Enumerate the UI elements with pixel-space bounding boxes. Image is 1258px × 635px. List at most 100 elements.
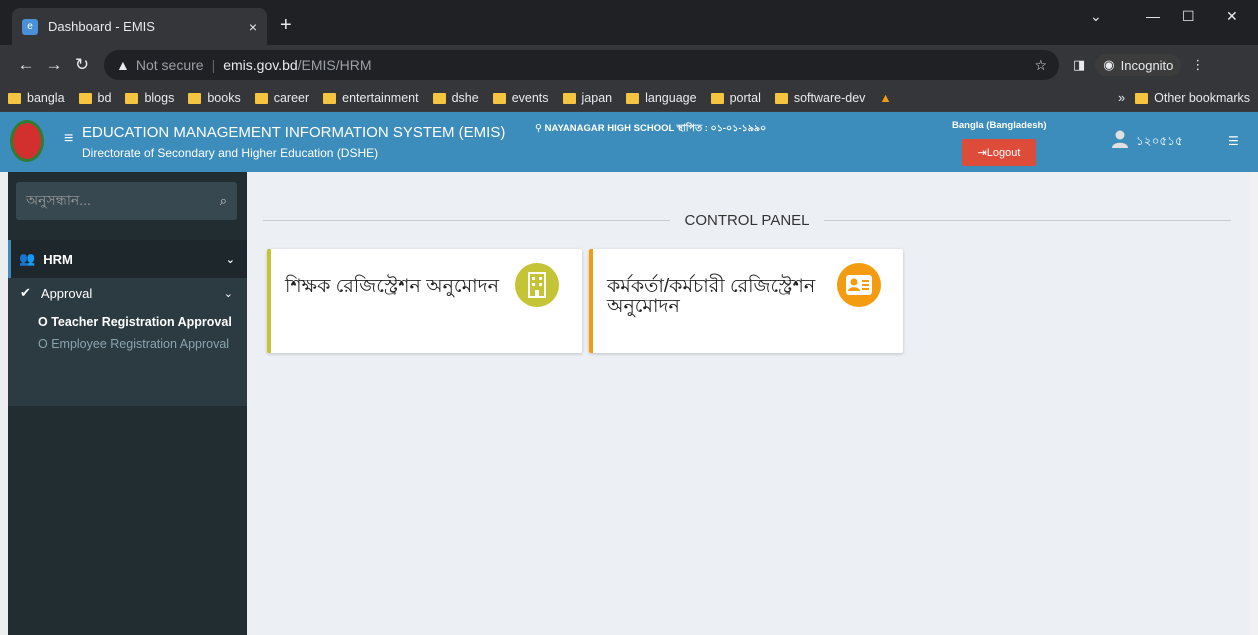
bookmark-bd[interactable]: bd — [78, 91, 111, 105]
side-panel-icon[interactable]: ◨ — [1073, 57, 1085, 73]
panel-title: CONTROL PANEL — [263, 210, 1231, 230]
folder-icon — [432, 92, 446, 104]
language-label[interactable]: Bangla (Bangladesh) — [952, 120, 1047, 131]
chevron-down-icon: ⌄ — [223, 287, 233, 300]
bookmark-career[interactable]: career — [254, 91, 309, 105]
circle-icon: O — [38, 315, 52, 329]
sidebar-item-approval[interactable]: ✔ Approval ⌄ — [8, 278, 247, 308]
page-scrollbar[interactable] — [1250, 172, 1258, 635]
bookmark-books[interactable]: books — [188, 91, 241, 105]
browser-tab-strip: e Dashboard - EMIS × + ⌄ — ☐ ✕ — [0, 0, 1258, 45]
bookmark-software-dev[interactable]: software-dev — [774, 91, 865, 105]
bookmark-dshe[interactable]: dshe — [432, 91, 479, 105]
search-icon[interactable]: ⌕ — [220, 193, 227, 209]
logout-button[interactable]: ⇥ Logout — [962, 139, 1036, 166]
system-title: EDUCATION MANAGEMENT INFORMATION SYSTEM … — [82, 124, 506, 141]
location-pin-icon: ⚲ — [535, 123, 545, 134]
building-icon — [515, 263, 559, 307]
users-icon: 👥 — [19, 251, 36, 266]
sidebar-submenu: ✔ Approval ⌄ O Teacher Registration Appr… — [8, 278, 247, 406]
folder-icon — [188, 92, 202, 104]
bookmarks-bar: bangla bd blogs books career entertainme… — [0, 85, 1258, 112]
url-separator: | — [211, 57, 216, 73]
bookmark-portal[interactable]: portal — [710, 91, 761, 105]
folder-icon — [78, 92, 92, 104]
toolbar-right: ◨ ◉ Incognito ⋮ — [1073, 54, 1204, 76]
web-page: ≡ EDUCATION MANAGEMENT INFORMATION SYSTE… — [0, 112, 1258, 635]
browser-toolbar: ← → ↻ ▲ Not secure | emis.gov.bd /EMIS/H… — [0, 45, 1258, 85]
check-circle-icon: ✔ — [20, 285, 31, 300]
close-window-icon[interactable]: ✕ — [1226, 8, 1238, 25]
folder-icon — [125, 92, 139, 104]
folder-icon — [323, 92, 337, 104]
divider — [263, 219, 671, 221]
user-id[interactable]: ১২০৫১৫ — [1136, 133, 1183, 153]
browser-tab[interactable]: e Dashboard - EMIS × — [12, 8, 267, 45]
chevron-down-icon: ⌄ — [225, 253, 235, 266]
tab-close-icon[interactable]: × — [249, 19, 257, 35]
back-icon[interactable]: ← — [12, 55, 40, 75]
bookmark-events[interactable]: events — [492, 91, 549, 105]
favicon-icon: e — [22, 18, 38, 35]
bookmarks-overflow-button[interactable]: » — [1118, 91, 1125, 105]
other-bookmarks[interactable]: Other bookmarks — [1135, 91, 1250, 105]
sidebar-search[interactable]: অনুসন্ধান... ⌕ — [16, 182, 237, 220]
bookmark-entertainment[interactable]: entertainment — [323, 91, 419, 105]
panel-title-text: CONTROL PANEL — [684, 211, 810, 229]
folder-icon — [492, 92, 506, 104]
incognito-icon: ◉ — [1103, 57, 1115, 72]
bookmark-language[interactable]: language — [626, 91, 697, 105]
folder-icon — [1135, 92, 1149, 104]
folder-icon — [774, 92, 788, 104]
id-card-icon — [837, 263, 881, 307]
signout-icon: ⇥ — [977, 147, 987, 159]
security-label: Not secure — [135, 57, 204, 73]
card-label: কর্মকর্তা/কর্মচারী রেজিস্ট্রেশন অনুমোদন — [607, 276, 816, 317]
employee-approval-card[interactable]: কর্মকর্তা/কর্মচারী রেজিস্ট্রেশন অনুমোদন — [589, 249, 903, 353]
sidebar-item-hrm[interactable]: 👥 HRM ⌄ — [8, 240, 247, 278]
sidebar-item-teacher-approval[interactable]: O Teacher Registration Approval — [8, 314, 247, 330]
search-input[interactable]: অনুসন্ধান... — [26, 189, 91, 213]
bookmark-japan[interactable]: japan — [562, 91, 612, 105]
maximize-icon[interactable]: ☐ — [1182, 8, 1195, 25]
circle-icon: O — [38, 337, 52, 351]
govt-logo[interactable] — [10, 120, 44, 162]
minimize-icon[interactable]: — — [1146, 8, 1160, 24]
teacher-approval-card[interactable]: শিক্ষক রেজিস্ট্রেশন অনুমোদন — [267, 249, 582, 353]
user-icon[interactable] — [1112, 130, 1128, 148]
forward-icon[interactable]: → — [40, 55, 68, 75]
app-header: ≡ EDUCATION MANAGEMENT INFORMATION SYSTE… — [0, 112, 1258, 172]
bookmark-blogs[interactable]: blogs — [125, 91, 174, 105]
menu-kebab-icon[interactable]: ⋮ — [1191, 57, 1204, 73]
bookmark-extension-icon[interactable]: ▲ — [879, 91, 891, 105]
folder-icon — [254, 92, 268, 104]
card-label: শিক্ষক রেজিস্ট্রেশন অনুমোদন — [285, 276, 499, 297]
reload-icon[interactable]: ↻ — [68, 55, 96, 75]
url-host: emis.gov.bd — [223, 57, 298, 73]
sidebar-item-employee-approval[interactable]: O Employee Registration Approval — [8, 336, 247, 352]
folder-icon — [8, 92, 21, 104]
settings-sliders-icon[interactable]: ☰ — [1228, 134, 1239, 148]
divider — [823, 219, 1231, 221]
bookmarks-right: » Other bookmarks — [1118, 91, 1250, 105]
sidebar: অনুসন্ধান... ⌕ 👥 HRM ⌄ ✔ Approval ⌄ O Te… — [8, 172, 247, 635]
system-subtitle: Directorate of Secondary and Higher Educ… — [82, 146, 379, 160]
school-info: ⚲ NAYANAGAR HIGH SCHOOL স্থাপিত : ০১-০১-… — [535, 123, 767, 134]
new-tab-button[interactable]: + — [280, 14, 292, 37]
incognito-label: Incognito — [1120, 57, 1174, 73]
folder-icon — [626, 92, 640, 104]
main-content: CONTROL PANEL শিক্ষক রেজিস্ট্রেশন অনুমোদ… — [247, 172, 1250, 635]
url-path: /EMIS/HRM — [297, 57, 372, 73]
hamburger-menu-icon[interactable]: ≡ — [64, 130, 73, 148]
folder-icon — [710, 92, 724, 104]
incognito-badge[interactable]: ◉ Incognito — [1095, 54, 1182, 76]
address-bar[interactable]: ▲ Not secure | emis.gov.bd /EMIS/HRM ☆ — [104, 50, 1059, 80]
bookmark-star-icon[interactable]: ☆ — [1034, 57, 1047, 74]
tab-search-icon[interactable]: ⌄ — [1090, 8, 1102, 25]
folder-icon — [562, 92, 576, 104]
sidebar-item-label: HRM — [43, 251, 73, 267]
bookmark-bangla[interactable]: bangla — [8, 91, 65, 105]
warning-icon[interactable]: ▲ — [116, 57, 130, 73]
tab-title: Dashboard - EMIS — [48, 19, 155, 34]
sidebar-item-label: Approval — [40, 285, 93, 301]
